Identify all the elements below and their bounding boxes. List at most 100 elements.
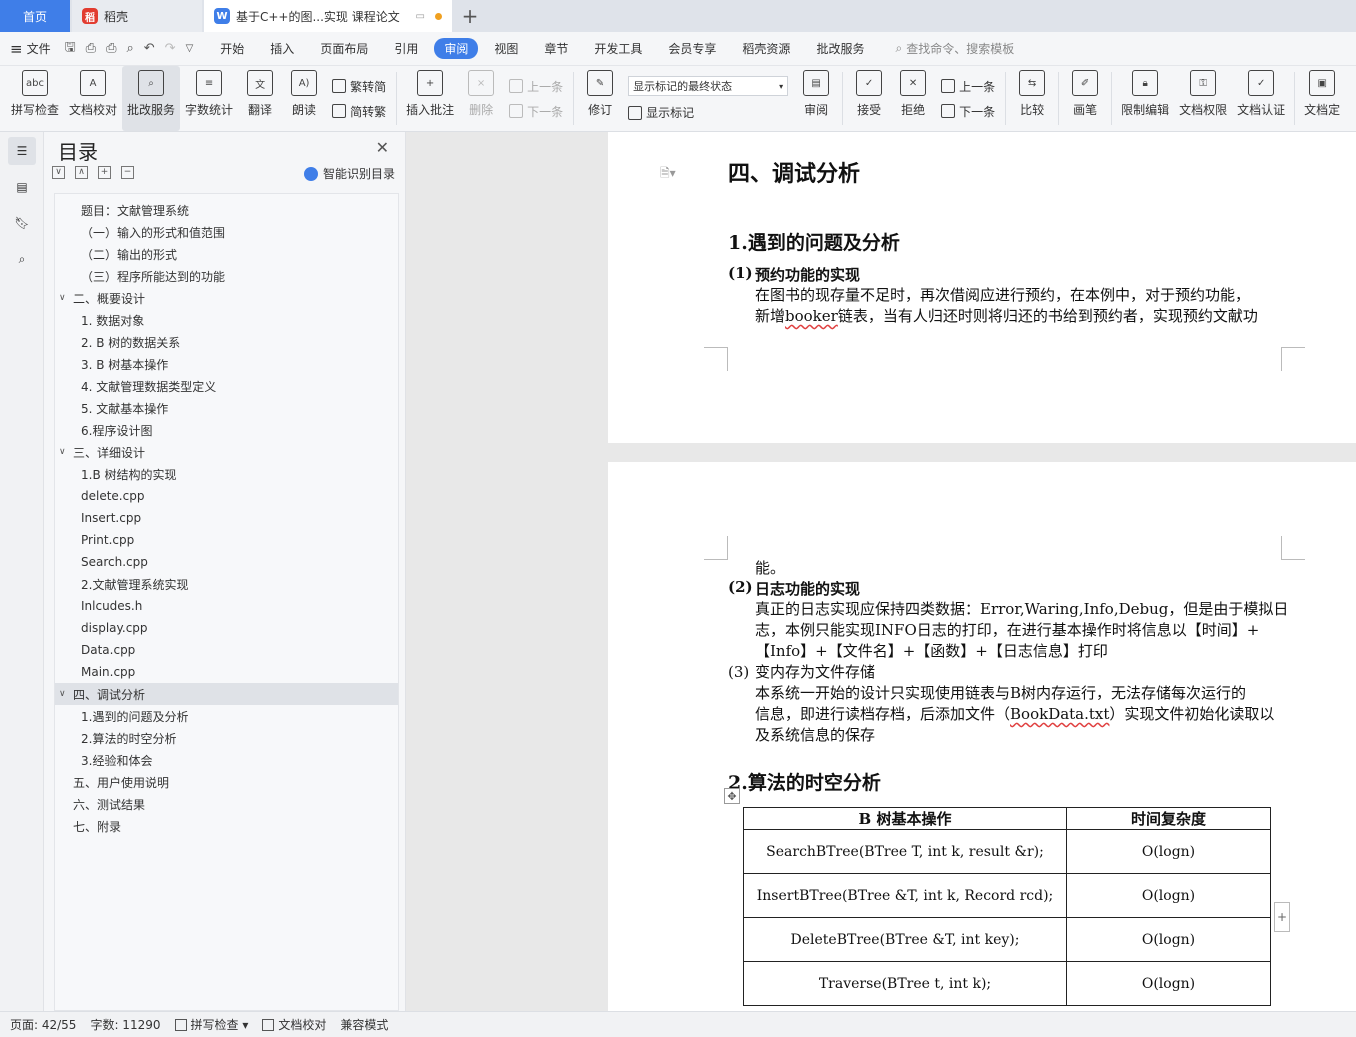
bookmark-icon[interactable]: 🔖︎ [8,209,36,237]
menu-tab[interactable]: 章节 [534,38,578,59]
chevron-down-icon[interactable]: ∨ [59,447,73,457]
redo-icon[interactable]: ↷ [165,41,176,56]
toc-item[interactable]: 2.算法的时空分析 [55,727,398,749]
toc-item[interactable]: ∨ 三、详细设计 [55,441,398,463]
toc-item[interactable]: （三）程序所能达到的功能 [55,265,398,287]
track-changes-button[interactable]: ✎ 修订 [578,66,622,131]
menu-tab[interactable]: 批改服务 [806,38,874,59]
customize-chevron-icon[interactable]: ▽ [186,43,194,54]
undo-icon[interactable]: ↶ [144,41,155,56]
print-icon[interactable]: ⎙ [106,41,116,56]
toc-item[interactable]: 六、测试结果 [55,793,398,815]
toc-item[interactable]: ∨ 二、概要设计 [55,287,398,309]
screen-icon[interactable]: ▭ [416,11,425,22]
search-icon[interactable]: ⌕ [8,245,36,273]
menu-tab[interactable]: 页面布局 [310,38,378,59]
next-change-button[interactable]: 下一条 [941,103,995,120]
new-tab-button[interactable]: + [452,0,488,32]
toc-item[interactable]: Data.cpp [55,639,398,661]
toc-item[interactable]: 3.经验和体会 [55,749,398,771]
page-indicator[interactable]: 页面: 42/55 [10,1016,76,1033]
smart-toc-button[interactable]: 智能识别目录 [303,165,395,182]
menu-tab[interactable]: 视图 [484,38,528,59]
accept-button[interactable]: ✓ 接受 [847,66,891,131]
delete-comment-button[interactable]: × 删除 [459,66,503,131]
simp-to-trad-button[interactable]: 简转繁 [332,103,386,120]
chevron-down-icon[interactable]: ∨ [59,293,73,303]
toc-item[interactable]: 1.遇到的问题及分析 [55,705,398,727]
toc-item[interactable]: 1. 数据对象 [55,309,398,331]
spell-check-status[interactable]: 拼写检查 ▾ [174,1016,248,1033]
review-pane-button[interactable]: ▤ 审阅 [794,66,838,131]
proofread-status[interactable]: 文档校对 [262,1016,326,1033]
spell-check-button[interactable]: abc 拼写检查 [6,66,64,131]
review-service-button[interactable]: ⌕ 批改服务 [122,66,181,131]
toc-item[interactable]: 3. B 树基本操作 [55,353,398,375]
prev-change-button[interactable]: 上一条 [941,78,995,95]
doc-finalize-button[interactable]: ▣ 文档定 [1299,66,1345,131]
table-move-icon[interactable]: ✥ [724,788,740,804]
toc-item[interactable]: Main.cpp [55,661,398,683]
menu-tab[interactable]: 审阅 [434,38,479,59]
translate-button[interactable]: 文翻译 [238,66,282,131]
toc-item[interactable]: （二）输出的形式 [55,243,398,265]
remove-heading-icon[interactable]: − [121,166,134,179]
tab-home[interactable]: 首页 [0,0,70,32]
toc-item[interactable]: 2. B 树的数据关系 [55,331,398,353]
toc-item[interactable]: 5. 文献基本操作 [55,397,398,419]
save-icon[interactable]: 🖫 [65,38,76,60]
toc-item[interactable]: Search.cpp [55,551,398,573]
export-pdf-icon[interactable]: ⎙ [86,41,96,56]
toc-item[interactable]: Inlcudes.h [55,595,398,617]
tab-document[interactable]: W 基于C++的图...实现 课程论文 ▭ [204,0,452,32]
menu-tab[interactable]: 引用 [384,38,428,59]
menu-tab[interactable]: 会员专享 [658,38,726,59]
toc-item[interactable]: 1.B 树结构的实现 [55,463,398,485]
toc-item[interactable]: display.cpp [55,617,398,639]
toc-item[interactable]: Insert.cpp [55,507,398,529]
proofread-button[interactable]: A 文档校对 [64,66,122,131]
command-search[interactable]: ⌕ 查找命令、搜索模板 [895,40,1014,57]
restrict-edit-button[interactable]: 🔒︎ 限制编辑 [1116,66,1174,131]
toc-item[interactable]: （一）输入的形式和值范围 [55,221,398,243]
toc-item[interactable]: 6.程序设计图 [55,419,398,441]
toc-item[interactable]: 4. 文献管理数据类型定义 [55,375,398,397]
menu-tab[interactable]: 开发工具 [584,38,652,59]
reject-button[interactable]: ✕ 拒绝 [891,66,935,131]
file-menu[interactable]: ≡ 文件 [10,40,51,58]
doc-mini-icon[interactable]: 🗎︎▾ [660,164,676,185]
next-comment-button[interactable]: 下一条 [509,103,563,120]
toc-item[interactable]: 七、附录 [55,815,398,837]
markup-state-select[interactable]: 显示标记的最终状态 ▾ [628,76,789,96]
word-count-indicator[interactable]: 字数: 11290 [90,1016,160,1033]
insert-comment-button[interactable]: + 插入批注 [401,66,459,131]
toc-item[interactable]: delete.cpp [55,485,398,507]
collapse-all-icon[interactable]: ∨ [52,166,65,179]
chevron-down-icon[interactable]: ∨ [59,689,73,699]
chapter-nav-icon[interactable]: ▤ [8,173,36,201]
menu-tab[interactable]: 开始 [210,38,254,59]
prev-comment-button[interactable]: 上一条 [509,78,563,95]
toc-item[interactable]: 题目：文献管理系统 [55,199,398,221]
pen-button[interactable]: ✐ 画笔 [1063,66,1107,131]
show-markup-button[interactable]: 显示标记 [628,104,788,121]
toc-item[interactable]: Print.cpp [55,529,398,551]
add-column-button[interactable]: + [1274,902,1290,932]
doc-cert-button[interactable]: ✓ 文档认证 [1232,66,1290,131]
print-preview-icon[interactable]: ⌕ [126,41,133,56]
tab-daoke[interactable]: 稻 稻壳 [72,0,202,32]
word-count-button[interactable]: ≡ 字数统计 [180,66,238,131]
add-heading-icon[interactable]: + [98,166,111,179]
compare-button[interactable]: ⇆ 比较 [1010,66,1054,131]
close-icon[interactable]: ✕ [376,138,389,157]
toc-pane-icon[interactable]: ☰ [8,137,36,165]
menu-tab[interactable]: 稻壳资源 [732,38,800,59]
doc-permission-button[interactable]: ⚿ 文档权限 [1174,66,1232,131]
read-aloud-button[interactable]: A) 朗读 [282,66,326,131]
menu-tab[interactable]: 插入 [260,38,304,59]
toc-item[interactable]: ∨ 四、调试分析 [55,683,398,705]
trad-to-simp-button[interactable]: 繁转简 [332,78,386,95]
expand-all-icon[interactable]: ∧ [75,166,88,179]
toc-item[interactable]: 2.文献管理系统实现 [55,573,398,595]
toc-item[interactable]: 五、用户使用说明 [55,771,398,793]
